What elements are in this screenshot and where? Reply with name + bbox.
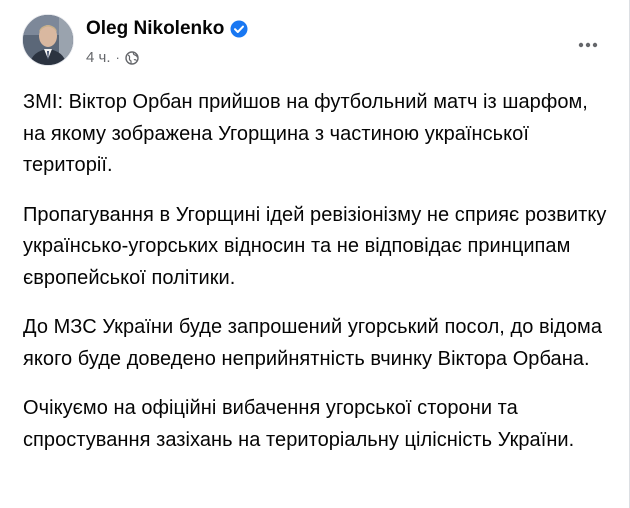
facebook-post: Oleg Nikolenko 4 ч. · ЗМІ: Віктор Орбан … bbox=[0, 0, 630, 508]
author-line: Oleg Nikolenko bbox=[86, 18, 248, 40]
globe-icon[interactable] bbox=[125, 50, 139, 65]
post-timestamp-link[interactable]: 4 ч. bbox=[86, 49, 111, 66]
post-paragraph: До МЗС України буде запрошений угорський… bbox=[23, 316, 603, 370]
meta-separator: · bbox=[115, 50, 120, 65]
author-name-link[interactable]: Oleg Nikolenko bbox=[86, 18, 224, 40]
more-options-icon bbox=[578, 35, 598, 53]
post-paragraph: Очікуємо на офіційні вибачення угорської… bbox=[23, 397, 575, 451]
post-body: ЗМІ: Віктор Орбан прийшов на футбольний … bbox=[23, 87, 613, 474]
post-meta: 4 ч. · bbox=[86, 49, 139, 66]
post-paragraph: ЗМІ: Віктор Орбан прийшов на футбольний … bbox=[23, 91, 588, 176]
more-options-button[interactable] bbox=[570, 26, 606, 62]
avatar[interactable] bbox=[22, 14, 74, 66]
post-header: Oleg Nikolenko 4 ч. · bbox=[22, 14, 612, 68]
post-paragraph: Пропагування в Угорщині ідей ревізіонізм… bbox=[23, 203, 607, 289]
verified-badge-icon bbox=[230, 20, 248, 38]
avatar-photo-icon bbox=[23, 15, 73, 65]
